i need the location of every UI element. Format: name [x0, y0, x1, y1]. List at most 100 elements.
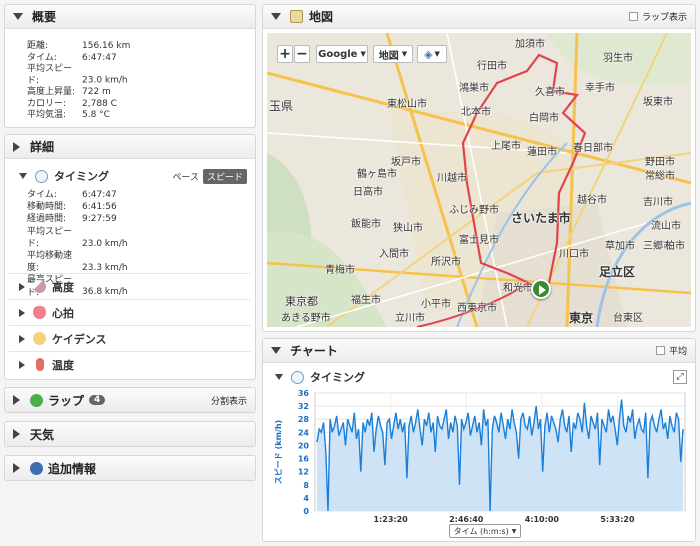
- map-label: 坂東市: [643, 97, 673, 108]
- expand-arrow-icon: [19, 334, 25, 343]
- lap-display-checkbox[interactable]: [628, 12, 638, 21]
- map-label: 東京: [569, 311, 594, 325]
- collapse-arrow-icon: [13, 13, 23, 20]
- heart-rate-label: 心拍: [52, 306, 74, 320]
- details-header[interactable]: 詳細: [5, 135, 255, 159]
- map-label: あきる野市: [281, 313, 331, 324]
- map-label: 行田市: [477, 61, 507, 72]
- heart-icon: [33, 306, 46, 319]
- pace-toggle[interactable]: ペース: [172, 170, 199, 183]
- map-label: 越谷市: [577, 195, 607, 206]
- map-label: 久喜市: [535, 87, 565, 98]
- weather-title: 天気: [30, 427, 55, 442]
- map-label: 足立区: [599, 265, 636, 279]
- summary-header[interactable]: 概要: [5, 5, 255, 29]
- temperature-subheader[interactable]: 温度: [9, 351, 251, 377]
- collapse-arrow-icon: [271, 347, 281, 354]
- map-label: 常総市: [645, 171, 675, 182]
- map-label: 流山市: [651, 221, 681, 232]
- laps-icon: [30, 393, 43, 407]
- y-axis-label: スピード (km/h): [273, 420, 283, 484]
- stat-row: タイム: 6:47:47: [27, 52, 117, 63]
- x-tick-label: 4:10:00: [525, 515, 560, 524]
- temperature-label: 温度: [52, 358, 74, 372]
- chart-timing-subheader[interactable]: タイミング ⤢: [267, 367, 691, 387]
- expand-chart-icon[interactable]: ⤢: [673, 370, 687, 384]
- clock-icon: [35, 169, 48, 183]
- layers-button[interactable]: ◈ ▼: [417, 45, 447, 63]
- average-label: 平均: [668, 347, 687, 357]
- map-label: 川口市: [559, 249, 589, 260]
- map-label: 鶴ヶ島市: [357, 169, 397, 180]
- map-type-select[interactable]: 地図 ▼: [373, 45, 413, 63]
- map-header[interactable]: 地図 ラップ表示: [263, 5, 695, 29]
- cadence-label: ケイデンス: [52, 332, 107, 346]
- thermometer-icon: [36, 358, 44, 371]
- map-label: 東京都: [285, 295, 318, 308]
- y-tick-label: 8: [303, 481, 309, 490]
- x-tick-label: 2:46:40: [449, 515, 484, 524]
- map-type-label: 地図: [378, 50, 399, 62]
- map-label: 福生市: [351, 295, 381, 306]
- map-label: 所沢市: [431, 257, 461, 268]
- expand-arrow-icon: [19, 282, 25, 291]
- y-tick-label: 32: [298, 402, 309, 411]
- play-marker-icon[interactable]: [531, 279, 551, 299]
- split-view-toggle[interactable]: 分割表示: [211, 394, 247, 407]
- expand-arrow-icon: [19, 360, 25, 369]
- stat-row: 平均気温: 5.8 °C: [27, 110, 110, 120]
- map-label: 鴻巣市: [459, 83, 489, 94]
- map-label: 川越市: [437, 173, 467, 184]
- weather-header[interactable]: 天気: [5, 422, 255, 446]
- map-label: 北本市: [461, 107, 491, 118]
- y-tick-label: 24: [298, 428, 310, 437]
- expand-arrow-icon: [13, 141, 20, 152]
- map-background: [267, 33, 691, 327]
- stat-row: 距離: 156.16 km: [27, 41, 131, 51]
- expand-arrow-icon: [13, 395, 20, 405]
- lap-display-toggle[interactable]: ラップ表示: [628, 10, 687, 23]
- summary-title: 概要: [32, 10, 57, 24]
- map-panel: 地図 ラップ表示 加須市 羽生市 行田市 鴻巣市 久喜市 幸手市 坂東市 東松山…: [262, 4, 696, 332]
- speed-chart[interactable]: 0 4 8 12 16 20 24 28 32 36 スピード (km/h) 1:23:20 2:46:…: [267, 389, 693, 529]
- map-title: 地図: [309, 10, 334, 24]
- average-checkbox[interactable]: [655, 346, 665, 355]
- stat-row: 移動時間: 6:41:56: [27, 202, 117, 213]
- chart-header[interactable]: チャート 平均: [263, 339, 695, 363]
- y-tick-label: 4: [303, 494, 309, 503]
- map-label: ふじみ野市: [449, 205, 499, 216]
- heart-rate-subheader[interactable]: 心拍: [9, 299, 251, 325]
- zoom-in-button[interactable]: +: [277, 45, 293, 63]
- map-canvas[interactable]: 加須市 羽生市 行田市 鴻巣市 久喜市 幸手市 坂東市 東松山市 北本市 白岡市…: [267, 33, 691, 327]
- map-label: 東松山市: [387, 99, 427, 110]
- x-tick-label: 5:33:20: [600, 515, 635, 524]
- details-title: 詳細: [30, 140, 55, 154]
- timing-subheader[interactable]: タイミング ペース スピード: [9, 163, 251, 189]
- map-label: 狭山市: [393, 223, 423, 234]
- average-toggle[interactable]: 平均: [655, 344, 687, 357]
- extra-info-header[interactable]: 追加情報: [5, 456, 255, 480]
- map-provider-select[interactable]: Google ▼: [316, 45, 368, 63]
- collapse-arrow-icon: [271, 13, 281, 20]
- map-label: 草加市: [605, 241, 635, 252]
- elevation-subheader[interactable]: 高度: [9, 273, 251, 299]
- x-axis-select[interactable]: タイム (h:m:s) ▼: [449, 524, 521, 538]
- cadence-subheader[interactable]: ケイデンス: [9, 325, 251, 351]
- map-label: さいたま市: [511, 211, 571, 225]
- stat-row: 平均スピード: 23.0 km/h: [27, 226, 128, 249]
- map-label: 立川市: [395, 313, 425, 324]
- speed-toggle[interactable]: スピード: [202, 168, 247, 184]
- cadence-icon: [33, 332, 46, 345]
- map-label: 日高市: [353, 187, 383, 198]
- laps-count-badge: 4: [89, 395, 106, 405]
- map-label: 青梅市: [325, 265, 355, 276]
- y-tick-label: 16: [298, 455, 310, 464]
- zoom-out-button[interactable]: −: [294, 45, 310, 63]
- laps-header[interactable]: ラップ 4 分割表示: [5, 388, 255, 412]
- map-label: 玉県: [269, 99, 294, 113]
- map-label: 吉川市: [643, 197, 673, 208]
- laps-panel: ラップ 4 分割表示: [4, 387, 256, 413]
- expand-arrow-icon: [13, 463, 20, 473]
- chart-timing-label: タイミング: [310, 371, 365, 384]
- map-label: 白岡市: [529, 113, 559, 124]
